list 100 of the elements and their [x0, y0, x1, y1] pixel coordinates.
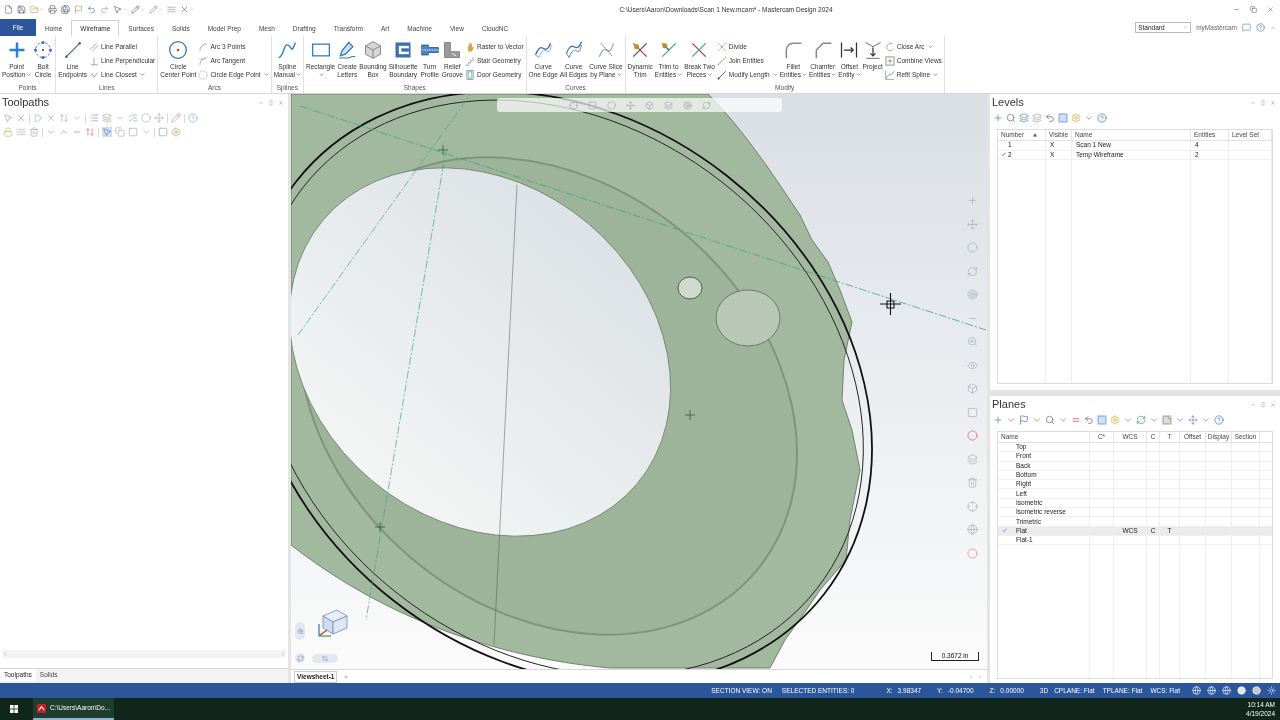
start-icon[interactable]	[10, 705, 18, 713]
pencil-icon[interactable]	[131, 5, 140, 14]
undo-icon[interactable]	[87, 5, 96, 14]
cube-icon[interactable]	[967, 383, 978, 394]
printer-icon[interactable]	[48, 5, 57, 14]
settings-icon[interactable]	[1071, 113, 1081, 123]
help-icon[interactable]	[188, 113, 198, 123]
axes-icon[interactable]	[1188, 415, 1198, 425]
x-icon[interactable]	[46, 113, 56, 123]
square-icon[interactable]	[1058, 113, 1068, 123]
settings-icon[interactable]	[1110, 415, 1120, 425]
circle-icon[interactable]	[967, 547, 978, 559]
collapse-icon[interactable]	[1270, 24, 1276, 31]
undo-icon[interactable]	[1045, 113, 1055, 123]
redo-icon[interactable]	[100, 5, 109, 14]
trash-icon[interactable]	[29, 127, 39, 137]
gear-icon[interactable]	[171, 127, 181, 137]
scroll-right-icon[interactable]	[280, 651, 286, 657]
circle-icon[interactable]	[141, 113, 151, 123]
rotate-icon[interactable]	[701, 100, 711, 110]
up-down-arrow-icon[interactable]	[85, 127, 95, 137]
scroll-left-icon[interactable]	[2, 651, 8, 657]
plus-icon[interactable]	[967, 195, 978, 206]
equal-icon[interactable]	[1071, 415, 1081, 425]
crosshair-icon[interactable]	[967, 500, 978, 512]
layers-icon[interactable]	[102, 113, 112, 123]
caret-icon[interactable]	[1084, 113, 1094, 123]
plus-icon[interactable]	[993, 415, 1003, 425]
close-icon[interactable]	[1270, 99, 1276, 106]
caret-icon[interactable]	[1175, 415, 1185, 425]
caret-icon[interactable]	[1149, 415, 1159, 425]
play-icon[interactable]	[33, 113, 43, 123]
minimize-icon[interactable]	[1233, 6, 1240, 13]
zoom-control[interactable]	[295, 622, 305, 640]
move-icon[interactable]	[154, 113, 164, 123]
caret-icon[interactable]	[1123, 415, 1133, 425]
flag-icon[interactable]	[74, 5, 83, 14]
panel-menu-icon[interactable]	[258, 99, 264, 106]
crosshair-icon[interactable]	[568, 100, 578, 110]
rotate-control[interactable]	[295, 653, 305, 663]
close-icon[interactable]	[1267, 6, 1274, 13]
flag-icon[interactable]	[1019, 415, 1029, 425]
search-icon[interactable]	[1006, 113, 1016, 123]
caret-icon[interactable]	[141, 127, 151, 137]
new-file-icon[interactable]	[4, 5, 13, 14]
caret-icon[interactable]	[1058, 415, 1068, 425]
circle-icon[interactable]	[967, 242, 978, 253]
caret-icon[interactable]	[1201, 415, 1211, 425]
checklist-icon[interactable]	[128, 113, 138, 123]
sort-icon[interactable]	[59, 113, 69, 123]
target-icon[interactable]	[967, 289, 978, 300]
horizontal-scrollbar[interactable]	[2, 650, 286, 658]
note-icon[interactable]	[1162, 415, 1172, 425]
refresh-icon[interactable]	[1136, 415, 1146, 425]
caret-icon[interactable]	[72, 113, 82, 123]
waves-icon[interactable]	[16, 127, 26, 137]
panel-menu-icon[interactable]	[1250, 401, 1256, 408]
open-folder-icon[interactable]	[30, 5, 39, 14]
save-icon[interactable]	[17, 5, 26, 14]
sun-icon[interactable]	[1267, 686, 1276, 695]
plus-icon[interactable]	[993, 113, 1003, 123]
waves-icon[interactable]	[167, 5, 176, 14]
rotate-icon[interactable]	[967, 265, 978, 277]
layers-icon[interactable]	[967, 453, 978, 465]
caret-icon[interactable]	[1032, 415, 1042, 425]
caret-icon[interactable]	[1006, 415, 1016, 425]
circle-icon[interactable]	[967, 430, 978, 441]
move-icon[interactable]	[625, 100, 635, 110]
square-icon[interactable]	[587, 100, 597, 110]
caret-icon[interactable]	[115, 113, 125, 123]
pencil-icon[interactable]	[149, 5, 158, 14]
square-icon[interactable]	[1097, 415, 1107, 425]
restore-icon[interactable]	[1250, 6, 1257, 13]
scroll-right-icon[interactable]	[977, 673, 983, 680]
comment-icon[interactable]	[1242, 23, 1251, 32]
circle-icon[interactable]	[606, 100, 616, 110]
lock-icon[interactable]	[3, 127, 13, 137]
square-icon[interactable]	[128, 127, 138, 137]
layers-icon[interactable]	[663, 100, 673, 110]
pointer-icon[interactable]	[3, 113, 13, 123]
save-all-icon[interactable]	[61, 5, 70, 14]
list-icon[interactable]	[89, 113, 99, 123]
pin-icon[interactable]	[1260, 401, 1266, 408]
pointer-icon[interactable]	[102, 127, 112, 137]
square-icon[interactable]	[158, 127, 168, 137]
panel-menu-icon[interactable]	[1250, 99, 1256, 106]
search-icon[interactable]	[1045, 415, 1055, 425]
help-icon[interactable]	[1097, 113, 1107, 123]
copy-icon[interactable]	[115, 127, 125, 137]
help-icon[interactable]	[1214, 415, 1224, 425]
move-icon[interactable]	[967, 218, 978, 230]
x-icon[interactable]	[180, 5, 189, 14]
layers-icon[interactable]	[1032, 113, 1042, 123]
close-icon[interactable]	[1270, 401, 1276, 408]
pencil-icon[interactable]	[171, 113, 181, 123]
pointer-icon[interactable]	[113, 5, 122, 14]
help-icon[interactable]	[1256, 23, 1265, 32]
trash-icon[interactable]	[967, 477, 978, 488]
target-icon[interactable]	[682, 100, 692, 110]
pan-control[interactable]	[312, 654, 338, 663]
